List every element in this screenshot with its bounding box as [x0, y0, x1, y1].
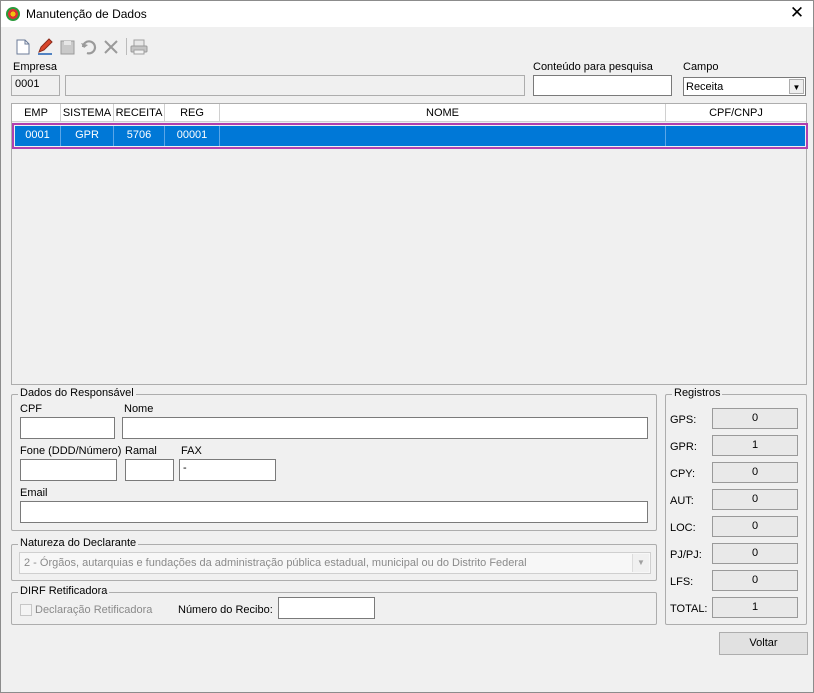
- column-header-reg[interactable]: REG: [165, 104, 220, 122]
- fone-label: Fone (DDD/Número): [20, 445, 122, 457]
- registro-label-gpr: GPR:: [670, 441, 697, 453]
- registro-value-pjpj: 0: [712, 543, 798, 564]
- table-cell: 00001: [165, 126, 220, 146]
- title-bar: Manutenção de Dados ✕: [1, 1, 813, 27]
- registro-label-lfs: LFS:: [670, 576, 694, 588]
- voltar-button[interactable]: Voltar: [719, 632, 808, 655]
- retificadora-label: Declaração Retificadora: [35, 604, 153, 616]
- registro-value-aut: 0: [712, 489, 798, 510]
- registro-value-cpy: 0: [712, 462, 798, 483]
- undo-icon[interactable]: [79, 37, 99, 57]
- data-grid[interactable]: EMP SISTEMA RECEITA REG NOME CPF/CNPJ 00…: [11, 103, 808, 385]
- window-title: Manutenção de Dados: [26, 7, 147, 21]
- natureza-group-title: Natureza do Declarante: [18, 537, 139, 549]
- nome-field[interactable]: [122, 417, 648, 439]
- fone-field[interactable]: [20, 459, 117, 481]
- empresa-code-field[interactable]: 0001: [11, 75, 60, 96]
- registro-value-gps: 0: [712, 408, 798, 429]
- delete-icon[interactable]: [101, 37, 121, 57]
- save-icon[interactable]: [57, 37, 77, 57]
- dirf-group-title: DIRF Retificadora: [18, 585, 110, 597]
- ramal-field[interactable]: [125, 459, 174, 481]
- close-icon[interactable]: ✕: [789, 4, 805, 22]
- edit-icon[interactable]: [35, 37, 55, 57]
- ramal-label: Ramal: [125, 445, 157, 457]
- selected-row-highlight: 0001 GPR 5706 00001: [15, 126, 805, 146]
- table-cell: 0001: [15, 126, 61, 146]
- new-icon[interactable]: [13, 37, 33, 57]
- table-cell: [220, 126, 666, 146]
- natureza-select-value: 2 - Órgãos, autarquias e fundações da ad…: [24, 557, 527, 569]
- responsavel-group-title: Dados do Responsável: [18, 387, 136, 399]
- cpf-label: CPF: [20, 403, 42, 415]
- column-header-nome[interactable]: NOME: [220, 104, 666, 122]
- retificadora-checkbox[interactable]: [20, 604, 32, 616]
- print-icon[interactable]: [129, 37, 149, 57]
- campo-label: Campo: [683, 61, 719, 73]
- registro-label-pjpj: PJ/PJ:: [670, 549, 702, 561]
- registro-value-lfs: 0: [712, 570, 798, 591]
- campo-select-value: Receita: [686, 81, 724, 93]
- table-row[interactable]: 0001 GPR 5706 00001: [12, 123, 808, 149]
- fax-label: FAX: [181, 445, 202, 457]
- registro-label-cpy: CPY:: [670, 468, 696, 480]
- cpf-field[interactable]: [20, 417, 115, 439]
- table-cell: [666, 126, 804, 146]
- main-window: Manutenção de Dados ✕ Empresa 0001 Conte…: [0, 0, 814, 693]
- table-cell: 5706: [114, 126, 165, 146]
- nome-label: Nome: [124, 403, 154, 415]
- grid-header: EMP SISTEMA RECEITA REG NOME CPF/CNPJ: [12, 104, 806, 122]
- registro-value-total: 1: [712, 597, 798, 618]
- registro-value-loc: 0: [712, 516, 798, 537]
- table-cell: GPR: [61, 126, 114, 146]
- registro-value-gpr: 1: [712, 435, 798, 456]
- chevron-down-icon[interactable]: ▼: [789, 79, 804, 94]
- column-header-emp[interactable]: EMP: [12, 104, 61, 122]
- search-input[interactable]: [533, 75, 672, 96]
- column-header-cpf-cnpj[interactable]: CPF/CNPJ: [666, 104, 806, 122]
- email-field[interactable]: [20, 501, 648, 523]
- column-header-sistema[interactable]: SISTEMA: [61, 104, 114, 122]
- email-label: Email: [20, 487, 48, 499]
- registro-label-gps: GPS:: [670, 414, 697, 426]
- registro-label-aut: AUT:: [670, 495, 694, 507]
- recibo-field[interactable]: [278, 597, 375, 619]
- natureza-select[interactable]: 2 - Órgãos, autarquias e fundações da ad…: [19, 552, 651, 574]
- column-header-receita[interactable]: RECEITA: [114, 104, 165, 122]
- campo-select[interactable]: Receita ▼: [683, 77, 806, 96]
- toolbar-separator: [126, 38, 127, 55]
- app-icon: [6, 7, 20, 21]
- registro-label-total: TOTAL:: [670, 603, 708, 615]
- search-label: Conteúdo para pesquisa: [533, 61, 653, 73]
- fax-field[interactable]: -: [179, 459, 276, 481]
- recibo-label: Número do Recibo:: [178, 604, 273, 616]
- registros-group-title: Registros: [672, 387, 723, 399]
- registro-label-loc: LOC:: [670, 522, 696, 534]
- empresa-label: Empresa: [13, 61, 58, 73]
- chevron-down-icon[interactable]: ▼: [632, 554, 649, 572]
- empresa-name-field: [65, 75, 525, 96]
